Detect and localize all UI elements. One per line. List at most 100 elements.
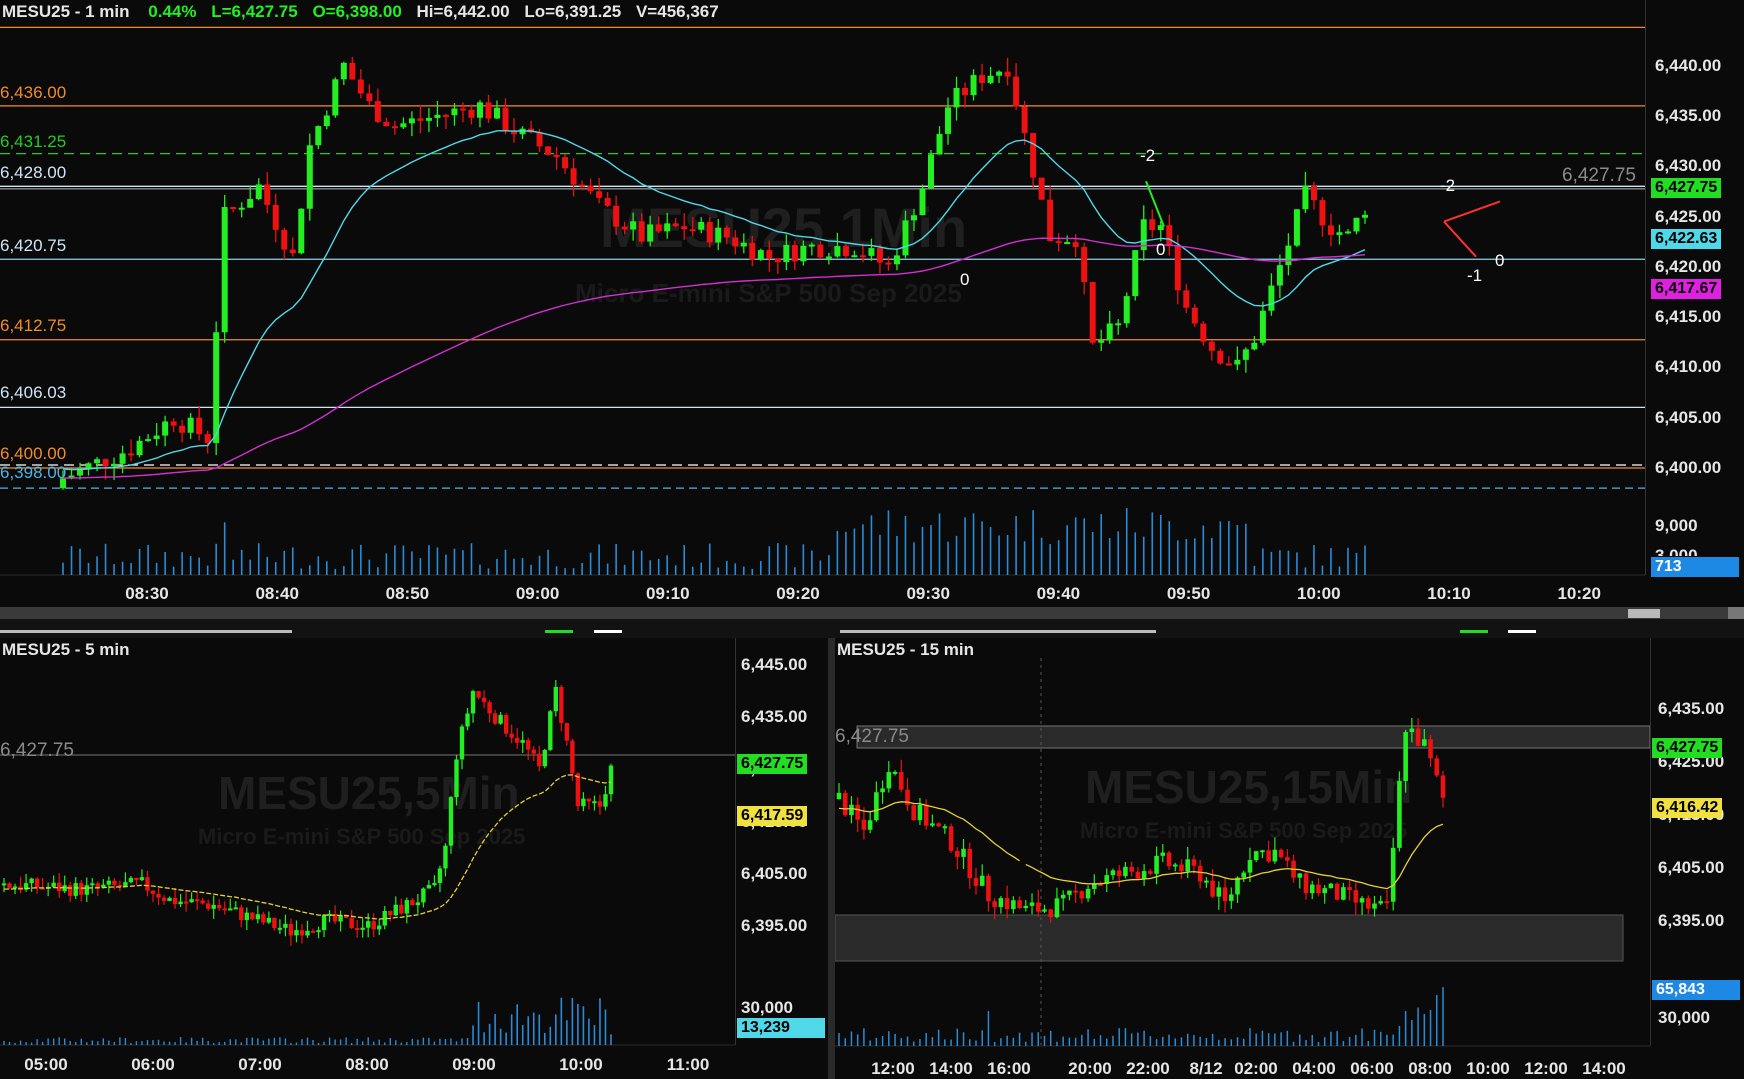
candle-body (51, 882, 56, 887)
candle-body (145, 877, 150, 891)
tab-indicator (840, 630, 1156, 633)
candle-body (264, 184, 271, 205)
candle-body (366, 921, 371, 928)
candle-body (836, 792, 842, 800)
time-tick: 12:00 (871, 1059, 915, 1078)
candle-body (128, 453, 135, 456)
scrollbar-thumb[interactable] (1628, 609, 1660, 618)
candle-body (948, 826, 954, 851)
candle-body (800, 245, 807, 262)
candle-body (545, 146, 552, 155)
price-tick: 6,405.00 (741, 863, 808, 883)
time-tick: 22:00 (1126, 1059, 1170, 1078)
candle-body (1322, 888, 1327, 894)
candle-body (230, 207, 237, 210)
candle-body (859, 255, 866, 258)
candle-body (222, 908, 227, 911)
candle-body (1266, 850, 1271, 862)
time-tick: 08:30 (125, 584, 169, 600)
candle-body (1054, 898, 1060, 918)
chart-title-1min: MESU25 - 1 min 0.44% L=6,427.75 O=6,398.… (2, 2, 733, 22)
candle-body (261, 914, 266, 923)
candle-body (487, 702, 492, 714)
candle-body (893, 255, 900, 265)
time-tick: 09:10 (646, 584, 690, 600)
candle-body (111, 463, 118, 467)
candle-body (1208, 341, 1215, 351)
candle-body (1023, 905, 1029, 908)
scroll-right-button[interactable] (1728, 607, 1744, 619)
candle-body (992, 901, 997, 908)
candle-body (1225, 363, 1232, 366)
candle-body (531, 749, 536, 754)
ema-slow-tag: 6,417.67 (1651, 279, 1722, 299)
time-tick: 09:40 (1036, 584, 1081, 600)
candle-body (579, 184, 586, 187)
candle-body (542, 749, 547, 767)
marker-label: 0 (1156, 240, 1166, 259)
candle-body (1278, 849, 1284, 858)
candle-body (432, 883, 437, 886)
volume-tag: 13,239 (737, 1018, 825, 1038)
candle-body (476, 691, 481, 698)
candle-body (1004, 71, 1011, 77)
candle-body (12, 886, 18, 889)
marker-label: 0 (960, 270, 970, 289)
price-axis-5min[interactable] (735, 638, 828, 1045)
candle-body (1091, 883, 1097, 889)
candle-body (481, 697, 487, 703)
candle-body (1204, 880, 1209, 883)
candle-body (153, 435, 160, 440)
price-plot-5min[interactable] (0, 638, 828, 1079)
candle-body (404, 900, 410, 914)
chart-1min[interactable]: MESU25 - 1 min 0.44% L=6,427.75 O=6,398.… (0, 0, 1744, 600)
chart-15min[interactable]: MESU25 - 15 min MESU25,15Min Micro E-min… (835, 638, 1744, 1079)
candle-body (1434, 758, 1440, 776)
candle-body (1141, 871, 1147, 879)
candle-body (586, 798, 592, 802)
last-label: L=6,427.75 (211, 2, 298, 21)
candle-body (179, 425, 186, 433)
candle-body (1440, 775, 1446, 798)
price-plot-15min[interactable] (835, 638, 1744, 1079)
candle-body (1216, 887, 1222, 897)
candle-body (196, 417, 203, 435)
open-label: O=6,398.00 (312, 2, 402, 21)
candle-body (1030, 133, 1037, 178)
candle-body (1297, 873, 1303, 878)
candle-body (902, 220, 909, 256)
candle-body (79, 883, 84, 895)
time-tick: 05:00 (24, 1055, 68, 1074)
panel-divider[interactable] (0, 619, 1744, 638)
marker-label: 0 (1495, 251, 1505, 270)
candle-body (162, 421, 169, 436)
candle-body (1174, 245, 1181, 291)
candle-body (1017, 900, 1022, 908)
candle-body (156, 893, 161, 898)
vertical-divider[interactable] (828, 638, 835, 1079)
volume-tick: 9,000 (1655, 516, 1698, 535)
candle-body (1365, 898, 1371, 909)
level-label-6436: 6,436.00 (0, 83, 67, 102)
candle-body (7, 883, 12, 888)
candle-body (244, 912, 249, 921)
candle-body (289, 249, 296, 254)
price-plot-1min[interactable] (0, 0, 1744, 600)
candle-body (689, 229, 696, 232)
candle-body (749, 242, 756, 260)
candle-body (85, 463, 92, 469)
candle-body (740, 242, 747, 247)
candle-body (383, 121, 390, 127)
candle-body (298, 208, 305, 254)
time-tick: 08:50 (385, 584, 430, 600)
candle-body (123, 882, 128, 887)
candle-body (1210, 880, 1215, 897)
horizontal-scrollbar[interactable] (0, 607, 1744, 619)
ema-line (838, 801, 1444, 890)
candle-body (255, 914, 261, 920)
candle-body (1293, 209, 1300, 246)
chart-5min[interactable]: MESU25 - 5 min MESU25,5Min Micro E-mini … (0, 638, 828, 1079)
volume-tick: 30,000 (741, 998, 793, 1017)
candle-body (172, 898, 178, 905)
time-tick: 10:00 (1466, 1059, 1510, 1078)
